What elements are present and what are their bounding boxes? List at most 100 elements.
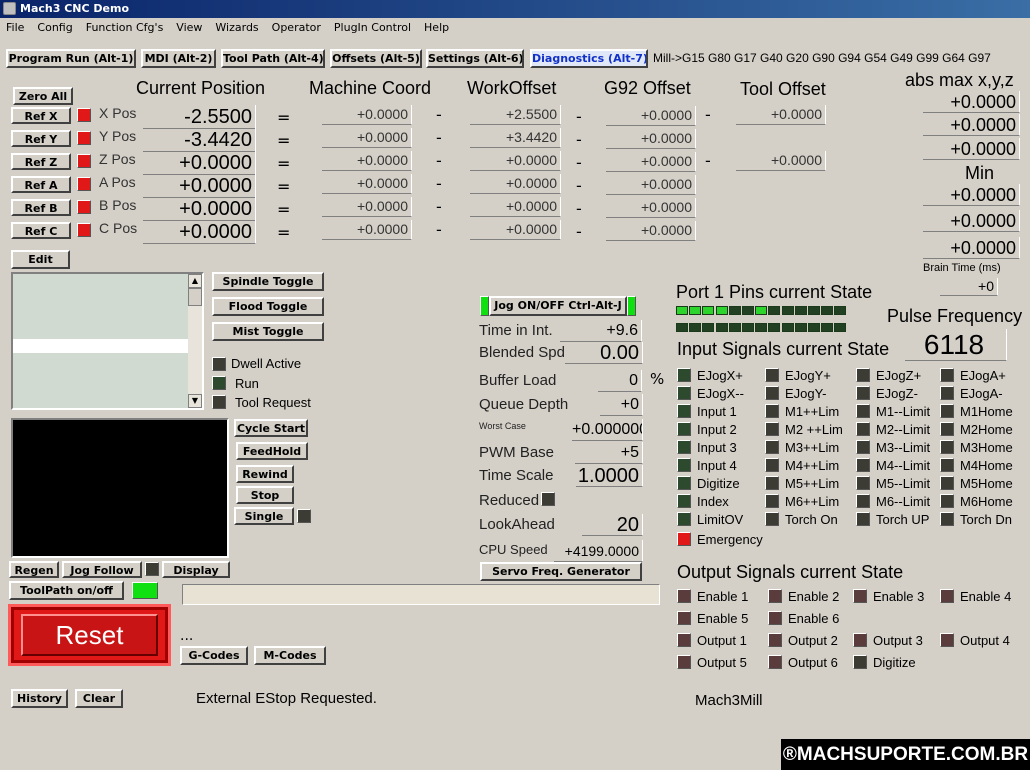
gcodes-button[interactable]: G-Codes [180,646,248,665]
ref-b-button[interactable]: Ref B [11,199,71,216]
input-led [765,385,779,400]
param-pwm-label: PWM Base [479,444,555,461]
port-pin-led [808,306,820,315]
min-0: +0.0000 [923,184,1020,206]
ref-x-button[interactable]: Ref X [11,107,71,124]
a-work-dro[interactable]: +0.0000 [470,174,561,194]
output-led [940,632,954,647]
spindle-toggle-button[interactable]: Spindle Toggle [212,272,324,291]
input-signal-torch-up: Torch UP [856,511,929,527]
run-label: Run [235,376,259,391]
tab-offsets[interactable]: Offsets (Alt-5) [330,49,422,68]
c-pos-dro[interactable]: +0.0000 [143,220,256,244]
param-timescale-value: 1.0000 [576,465,643,487]
clear-button[interactable]: Clear [75,689,123,708]
single-button[interactable]: Single [234,507,294,525]
scroll-down-icon[interactable]: ▼ [188,394,202,408]
flood-toggle-button[interactable]: Flood Toggle [212,297,324,316]
menu-item-wizards[interactable]: Wizards [215,21,258,34]
reset-button[interactable]: Reset [21,614,158,656]
rewind-button[interactable]: Rewind [236,465,294,483]
output-label: Enable 2 [788,589,840,605]
tab-settings[interactable]: Settings (Alt-6) [426,49,524,68]
a-pos-dro[interactable]: +0.0000 [143,174,256,198]
scroll-up-icon[interactable]: ▲ [188,274,202,288]
abs-max-2: +0.0000 [923,138,1020,160]
jog-follow-button[interactable]: Jog Follow [62,561,142,578]
y-pos-dro[interactable]: -3.4420 [143,128,256,152]
c-g92-dro: +0.0000 [606,221,696,241]
input-signal-m3-lim: M3++Lim [765,439,839,455]
servo-freq-button[interactable]: Servo Freq. Generator [480,562,642,581]
ref-z-button[interactable]: Ref Z [11,153,71,170]
z-work-dro[interactable]: +0.0000 [470,151,561,171]
history-button[interactable]: History [11,689,68,708]
ref-a-button[interactable]: Ref A [11,176,71,193]
jog-toggle-button[interactable]: Jog ON/OFF Ctrl-Alt-J [489,296,627,316]
tab-mdi[interactable]: MDI (Alt-2) [141,49,216,68]
gcode-listing[interactable]: ▲ ▼ [11,272,204,410]
output-led [677,654,691,669]
a-machine-dro: +0.0000 [322,174,412,194]
window-titlebar: Mach3 CNC Demo [0,0,1030,18]
y-work-dro[interactable]: +3.4420 [470,128,561,148]
display-button[interactable]: Display [162,561,230,578]
ref-y-button[interactable]: Ref Y [11,130,71,147]
tab-diagnostics[interactable]: Diagnostics (Alt-7) [530,49,648,68]
menu-item-operator[interactable]: Operator [272,21,321,34]
menu-item-help[interactable]: Help [424,21,449,34]
mist-toggle-button[interactable]: Mist Toggle [212,322,324,341]
menu-item-function-cfg-s[interactable]: Function Cfg's [86,21,164,34]
tab-program[interactable]: Program Run (Alt-1) [6,49,136,68]
toolpath-toggle-button[interactable]: ToolPath on/off [9,581,124,600]
port-pin-led [821,323,834,332]
x-pos-dro[interactable]: -2.5500 [143,105,256,129]
feedhold-button[interactable]: FeedHold [236,442,308,460]
x-work-dro[interactable]: +2.5500 [470,105,561,125]
input-label: Torch Dn [960,512,1013,528]
port-pin-led [715,306,728,315]
input-led [677,421,691,436]
b-work-dro[interactable]: +0.0000 [470,197,561,217]
ref-c-button[interactable]: Ref C [11,222,71,239]
menu-item-plugin-control[interactable]: PlugIn Control [334,21,411,34]
toolpath-display[interactable] [11,418,229,558]
input-led [677,367,691,382]
input-label: M6++Lim [785,494,840,510]
input-signal-input-4: Input 4 [677,457,737,473]
output-signal-output-2: Output 2 [768,632,838,648]
input-label: M2--Limit [876,422,931,438]
stop-button[interactable]: Stop [236,486,294,504]
scroll-thumb[interactable] [188,288,202,306]
mcodes-button[interactable]: M-Codes [254,646,326,665]
menu-item-config[interactable]: Config [37,21,72,34]
input-label: M5++Lim [785,476,840,492]
input-label: EJogZ- [876,386,918,402]
input-led [856,367,870,382]
menu-item-file[interactable]: File [6,21,24,34]
input-label: Torch On [785,512,838,528]
gcode-scrollbar[interactable]: ▲ ▼ [188,274,202,408]
input-label: Index [697,494,729,510]
zero-all-button[interactable]: Zero All [13,87,73,105]
input-label: M1--Limit [876,404,931,420]
input-led [940,367,954,382]
c-work-dro[interactable]: +0.0000 [470,220,561,240]
edit-button[interactable]: Edit [11,250,70,269]
regen-button[interactable]: Regen [9,561,59,578]
output-signal-output-6: Output 6 [768,654,838,670]
port-pin-led [728,306,741,315]
z-pos-dro[interactable]: +0.0000 [143,151,256,175]
current-line-highlight [13,339,188,353]
z-axis-label: Z Pos [99,151,136,167]
cycle-start-button[interactable]: Cycle Start [234,419,308,437]
tab-tool[interactable]: Tool Path (Alt-4) [221,49,325,68]
menu-item-view[interactable]: View [176,21,202,34]
mdi-input[interactable] [182,584,660,605]
profile-name: Mach3Mill [695,692,763,709]
b-pos-dro[interactable]: +0.0000 [143,197,256,221]
min-header: Min [965,163,995,183]
input-signal-m4-limit: M4--Limit [856,457,930,473]
input-led [765,421,779,436]
input-signal-ejoga-: EJogA+ [940,367,1006,383]
